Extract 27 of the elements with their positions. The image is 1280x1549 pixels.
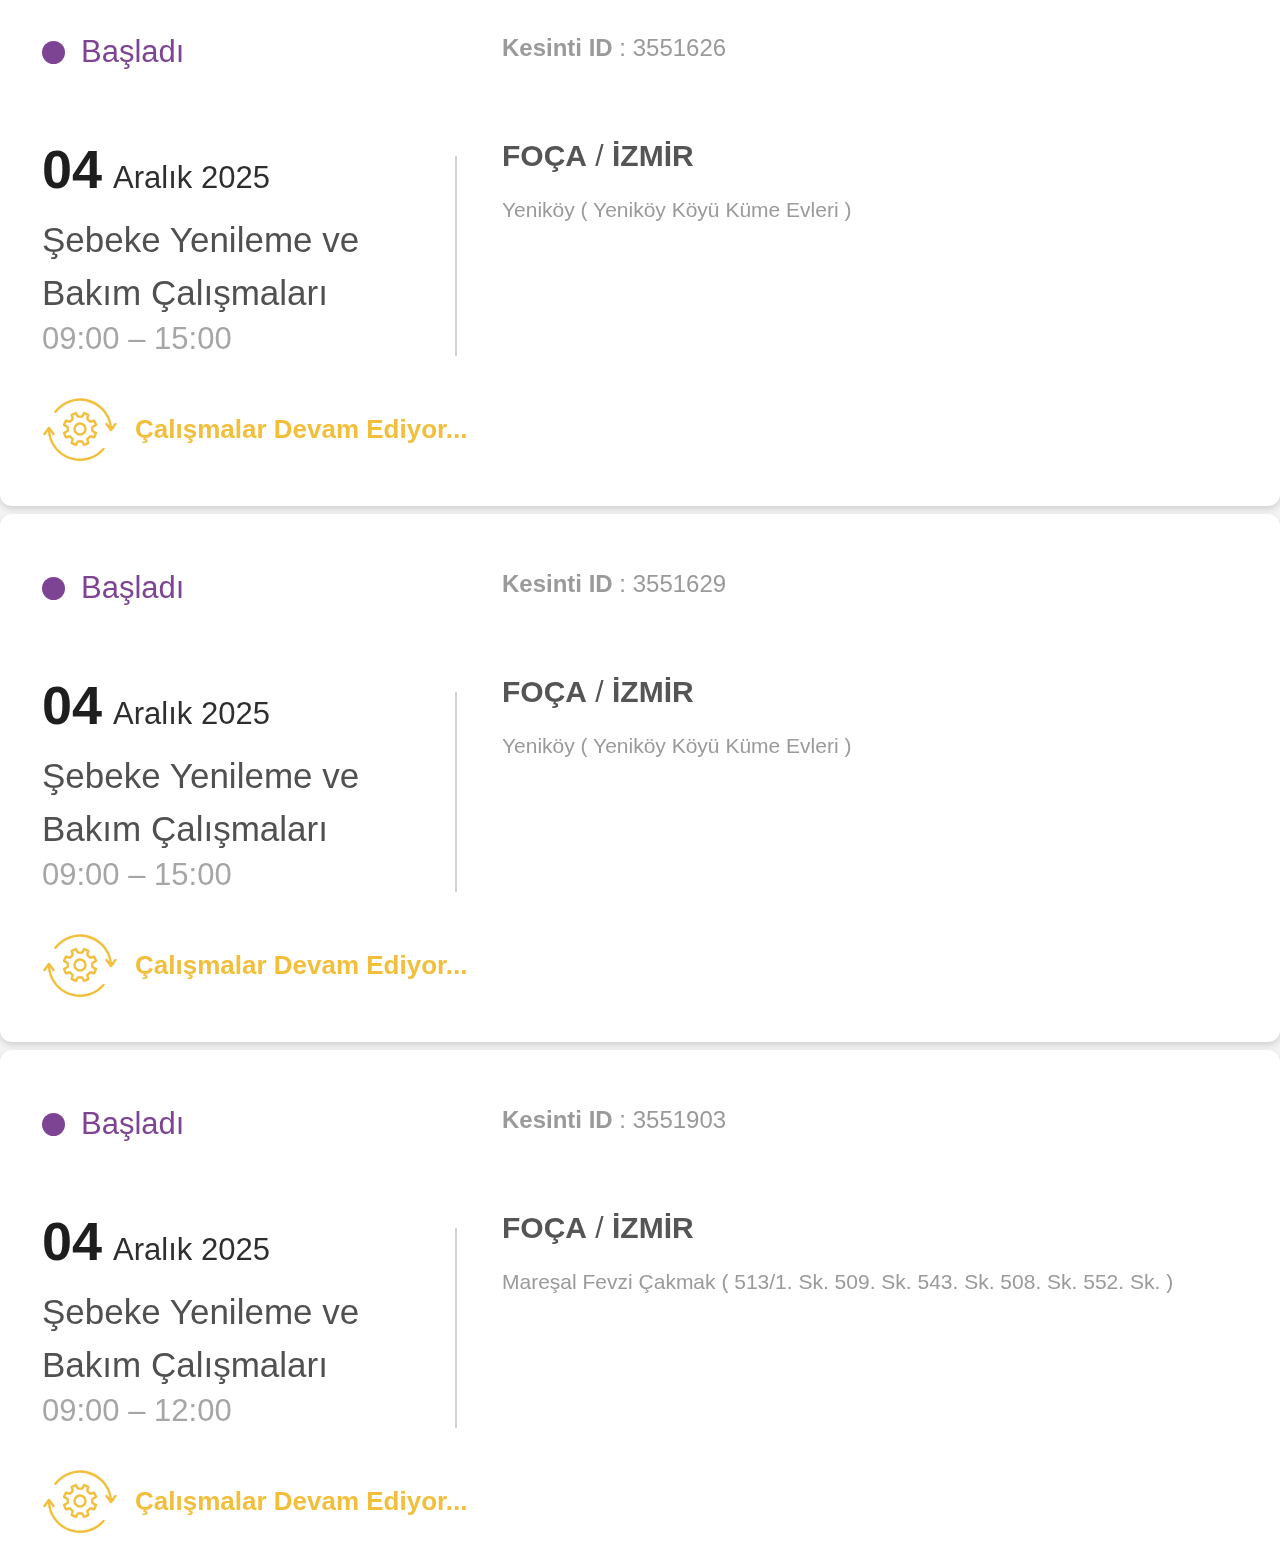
time-range: 09:00 – 15:00	[42, 320, 232, 358]
progress-status: Çalışmalar Devam Ediyor...	[135, 1485, 468, 1518]
location-title: FOÇA / İZMİR	[502, 674, 694, 710]
time-range: 09:00 – 15:00	[42, 856, 232, 894]
location-title: FOÇA / İZMİR	[502, 138, 694, 174]
outage-title: Şebeke Yenileme ve Bakım Çalışmaları	[42, 219, 361, 314]
status-label: Başladı	[81, 569, 185, 607]
time-range: 09:00 – 12:00	[42, 1392, 232, 1430]
status-label: Başladı	[81, 33, 185, 71]
address-text: Yeniköy ( Yeniköy Köyü Küme Evleri )	[502, 197, 852, 223]
progress-status: Çalışmalar Devam Ediyor...	[135, 413, 468, 446]
location-title: FOÇA / İZMİR	[502, 1210, 694, 1246]
day-number: 04	[42, 1210, 103, 1272]
day-number: 04	[42, 674, 103, 736]
day-number: 04	[42, 138, 103, 200]
status-label: Başladı	[81, 1105, 185, 1143]
month-year: Aralık 2025	[113, 695, 270, 733]
outage-title: Şebeke Yenileme ve Bakım Çalışmaları	[42, 1291, 361, 1386]
address-text: Yeniköy ( Yeniköy Köyü Küme Evleri )	[502, 733, 852, 759]
outage-id: Kesinti ID : 3551629	[502, 569, 727, 599]
month-year: Aralık 2025	[113, 159, 270, 197]
address-text: Mareşal Fevzi Çakmak ( 513/1. Sk. 509. Sk. 543. Sk. 508. Sk. 552. Sk. )	[502, 1269, 1174, 1295]
outage-id: Kesinti ID : 3551626	[502, 33, 727, 63]
outage-title: Şebeke Yenileme ve Bakım Çalışmaları	[42, 755, 361, 850]
month-year: Aralık 2025	[113, 1231, 270, 1269]
progress-status: Çalışmalar Devam Ediyor...	[135, 949, 468, 982]
outage-id: Kesinti ID : 3551903	[502, 1105, 727, 1135]
